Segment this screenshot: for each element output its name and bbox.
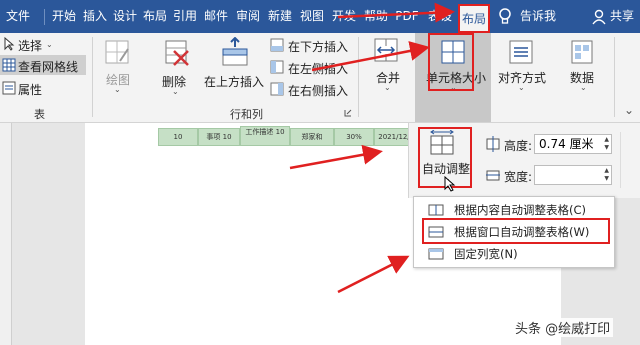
arrow-to-layout-tab xyxy=(337,2,455,23)
arrow-to-autofit xyxy=(289,144,383,170)
watermark: 头条 @绘威打印 xyxy=(512,318,614,337)
arrow-to-window-option xyxy=(337,255,410,294)
annotation-arrows xyxy=(289,2,455,294)
arrow-to-cell-size xyxy=(311,41,430,72)
word-window: 文件 开始 插入 设计 布局 引用 邮件 审阅 新建 视图 开发 帮助 PDF … xyxy=(0,0,640,345)
